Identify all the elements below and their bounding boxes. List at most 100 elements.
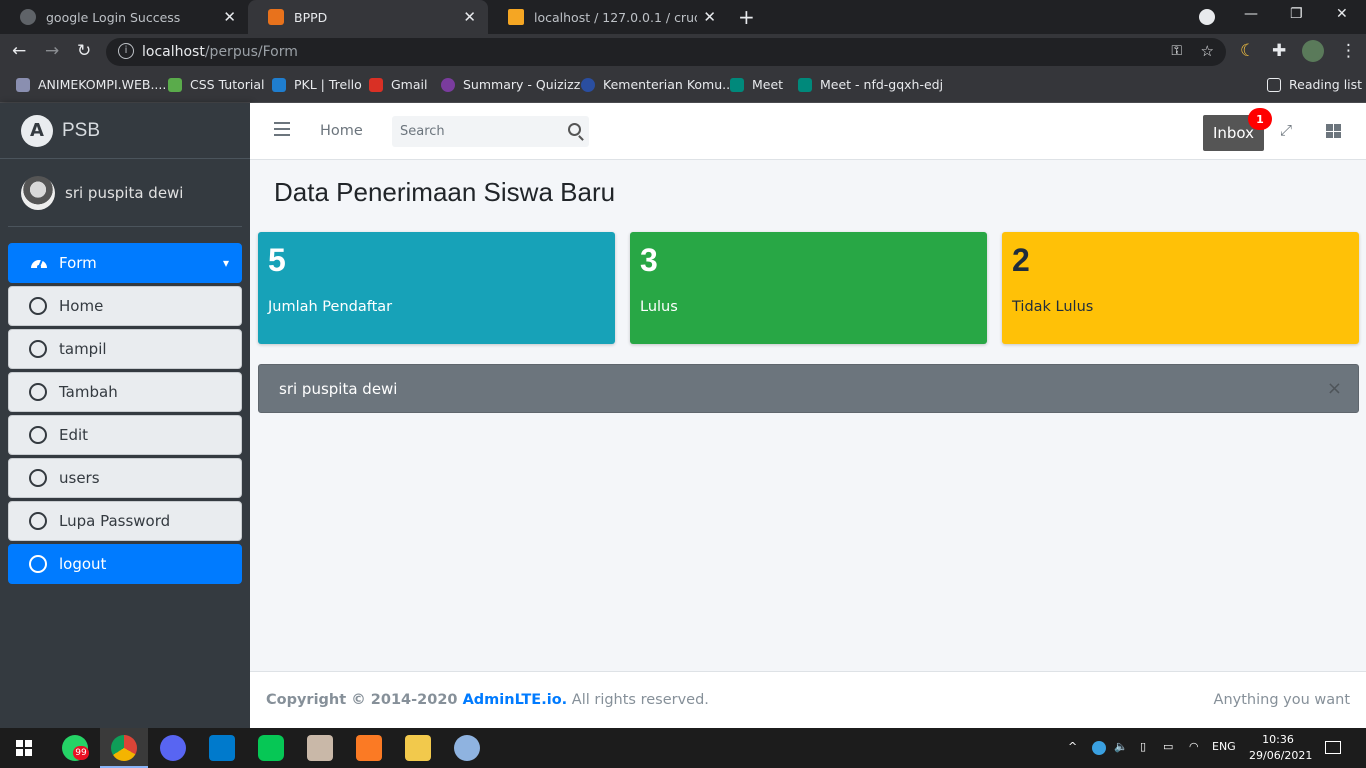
user-alert: sri puspita dewi × — [258, 364, 1359, 413]
sidebar-item-lupa-password[interactable]: Lupa Password — [8, 501, 242, 541]
circle-icon — [29, 340, 47, 358]
notification-icon[interactable] — [1325, 741, 1341, 754]
main-sidebar: A PSB sri puspita dewi Form ▾ Home tampi… — [0, 103, 250, 728]
circle-icon — [29, 383, 47, 401]
game-icon[interactable] — [307, 735, 333, 761]
menu-icon[interactable]: ⋮ — [1340, 41, 1357, 61]
bookmark-kementerian[interactable]: Kementerian Komu... — [581, 77, 734, 92]
tachometer-icon — [31, 259, 47, 269]
sidebar-item-tambah[interactable]: Tambah — [8, 372, 242, 412]
sidebar-item-label: Lupa Password — [59, 512, 171, 530]
navbar-home-link[interactable]: Home — [320, 123, 363, 139]
sidebar-item-users[interactable]: users — [8, 458, 242, 498]
small-box-lulus: 3 Lulus — [630, 232, 987, 344]
close-window-icon[interactable]: ✕ — [1336, 6, 1348, 22]
avatar — [21, 175, 55, 210]
tab-search-icon[interactable] — [1199, 9, 1215, 25]
sidebar-item-form[interactable]: Form ▾ — [8, 243, 242, 283]
windows-start-icon[interactable] — [16, 740, 32, 756]
paint-icon[interactable] — [454, 735, 480, 761]
hamburger-icon[interactable] — [274, 122, 290, 136]
meet-icon — [798, 77, 812, 92]
sidebar-item-label: Tambah — [59, 383, 118, 401]
sidebar-item-tampil[interactable]: tampil — [8, 329, 242, 369]
reload-icon[interactable]: ↻ — [77, 41, 91, 61]
browser-tab-strip: google Login Success ✕ BPPD ✕ localhost … — [0, 0, 1366, 34]
bookmark-animekompi[interactable]: ANIMEKOMPI.WEB.... — [16, 77, 166, 92]
sidebar-item-home[interactable]: Home — [8, 286, 242, 326]
line-icon[interactable] — [258, 735, 284, 761]
bookmark-meet[interactable]: Meet — [730, 77, 783, 92]
adminlte-link[interactable]: AdminLTE.io. — [463, 692, 568, 708]
search-icon[interactable] — [568, 123, 581, 136]
tab-label: localhost / 127.0.0.1 / crud / users — [534, 9, 697, 25]
box-value: 2 — [1012, 242, 1030, 278]
minimize-icon[interactable]: — — [1244, 6, 1258, 22]
tab-label: google Login Success — [46, 9, 181, 25]
bookmark-gmail[interactable]: Gmail — [369, 77, 427, 92]
star-icon[interactable]: ☆ — [1201, 42, 1214, 60]
key-icon[interactable]: ⚿ — [1171, 43, 1182, 59]
trello-icon — [272, 77, 286, 92]
forward-icon[interactable]: → — [45, 41, 59, 61]
xampp-icon[interactable] — [356, 735, 382, 761]
brand-text: PSB — [62, 119, 101, 141]
small-box-jumlah-pendaftar: 5 Jumlah Pendaftar — [258, 232, 615, 344]
circle-icon — [29, 426, 47, 444]
file-explorer-icon[interactable] — [405, 735, 431, 761]
restore-icon[interactable]: ❐ — [1290, 6, 1303, 22]
wifi-icon[interactable]: ◠ — [1189, 740, 1199, 753]
chevron-down-icon: ▾ — [222, 256, 229, 270]
vscode-icon[interactable] — [209, 735, 235, 761]
tab-google-login[interactable]: google Login Success ✕ — [0, 0, 248, 34]
back-icon[interactable]: ← — [12, 41, 26, 61]
bookmark-css-tutorial[interactable]: CSS Tutorial — [168, 77, 265, 92]
xampp-icon — [268, 9, 284, 25]
control-sidebar-icon[interactable] — [1326, 124, 1341, 138]
sidebar-item-label: tampil — [59, 340, 107, 358]
url-path: /perpus/Form — [204, 44, 298, 60]
show-hidden-icons-icon[interactable]: ^ — [1068, 740, 1077, 753]
sidebar-item-label: users — [59, 469, 100, 487]
fullscreen-icon[interactable]: ⤢ — [1280, 123, 1294, 138]
close-icon[interactable]: ✕ — [223, 8, 236, 26]
sidebar-item-logout[interactable]: logout — [8, 544, 242, 584]
info-icon[interactable]: i — [118, 43, 134, 59]
circle-icon — [29, 469, 47, 487]
bookmark-meet-nfd[interactable]: Meet - nfd-gqxh-edj — [798, 77, 943, 92]
sidebar-item-label: logout — [59, 555, 107, 573]
tab-bppd[interactable]: BPPD ✕ — [248, 0, 488, 34]
kominfo-icon — [581, 77, 595, 92]
sidebar-item-edit[interactable]: Edit — [8, 415, 242, 455]
device-icon[interactable]: ▯ — [1140, 740, 1146, 753]
close-icon[interactable]: ✕ — [703, 8, 716, 26]
reading-list[interactable]: Reading list — [1267, 77, 1362, 92]
close-icon[interactable]: × — [1327, 378, 1342, 399]
tab-phpmyadmin[interactable]: localhost / 127.0.0.1 / crud / users ✕ — [488, 0, 728, 34]
profile-avatar[interactable] — [1302, 40, 1324, 62]
network-app-icon[interactable] — [1092, 741, 1106, 755]
address-bar[interactable]: i localhost/perpus/Form ⚿ ☆ — [106, 38, 1226, 66]
moon-icon[interactable]: ☾ — [1240, 41, 1255, 61]
brand-logo: A — [21, 114, 53, 147]
user-name[interactable]: sri puspita dewi — [65, 184, 183, 202]
new-tab-icon[interactable]: + — [738, 5, 755, 29]
taskbar-clock[interactable]: 10:36 29/06/2021 — [1249, 732, 1312, 764]
brand-link[interactable]: A PSB — [0, 103, 250, 159]
battery-icon[interactable]: ▭ — [1163, 740, 1173, 753]
box-label: Tidak Lulus — [1012, 299, 1094, 315]
volume-icon[interactable]: 🔈 — [1114, 740, 1128, 753]
phpmyadmin-icon — [508, 9, 524, 25]
search-input[interactable]: Search — [392, 116, 589, 147]
content-wrapper: Home Search Inbox 1 ⤢ Data Penerimaan Si… — [250, 103, 1366, 728]
close-icon[interactable]: ✕ — [463, 8, 476, 26]
bookmark-trello[interactable]: PKL | Trello — [272, 77, 362, 92]
gmail-icon — [369, 77, 383, 92]
discord-icon[interactable] — [160, 735, 186, 761]
bookmark-quizizz[interactable]: Summary - Quizizz — [441, 77, 580, 92]
extensions-icon[interactable]: ✚ — [1272, 41, 1286, 61]
box-value: 5 — [268, 242, 286, 278]
chrome-icon[interactable] — [111, 735, 137, 761]
language-indicator[interactable]: ENG — [1212, 740, 1236, 753]
w3schools-icon — [168, 77, 182, 92]
